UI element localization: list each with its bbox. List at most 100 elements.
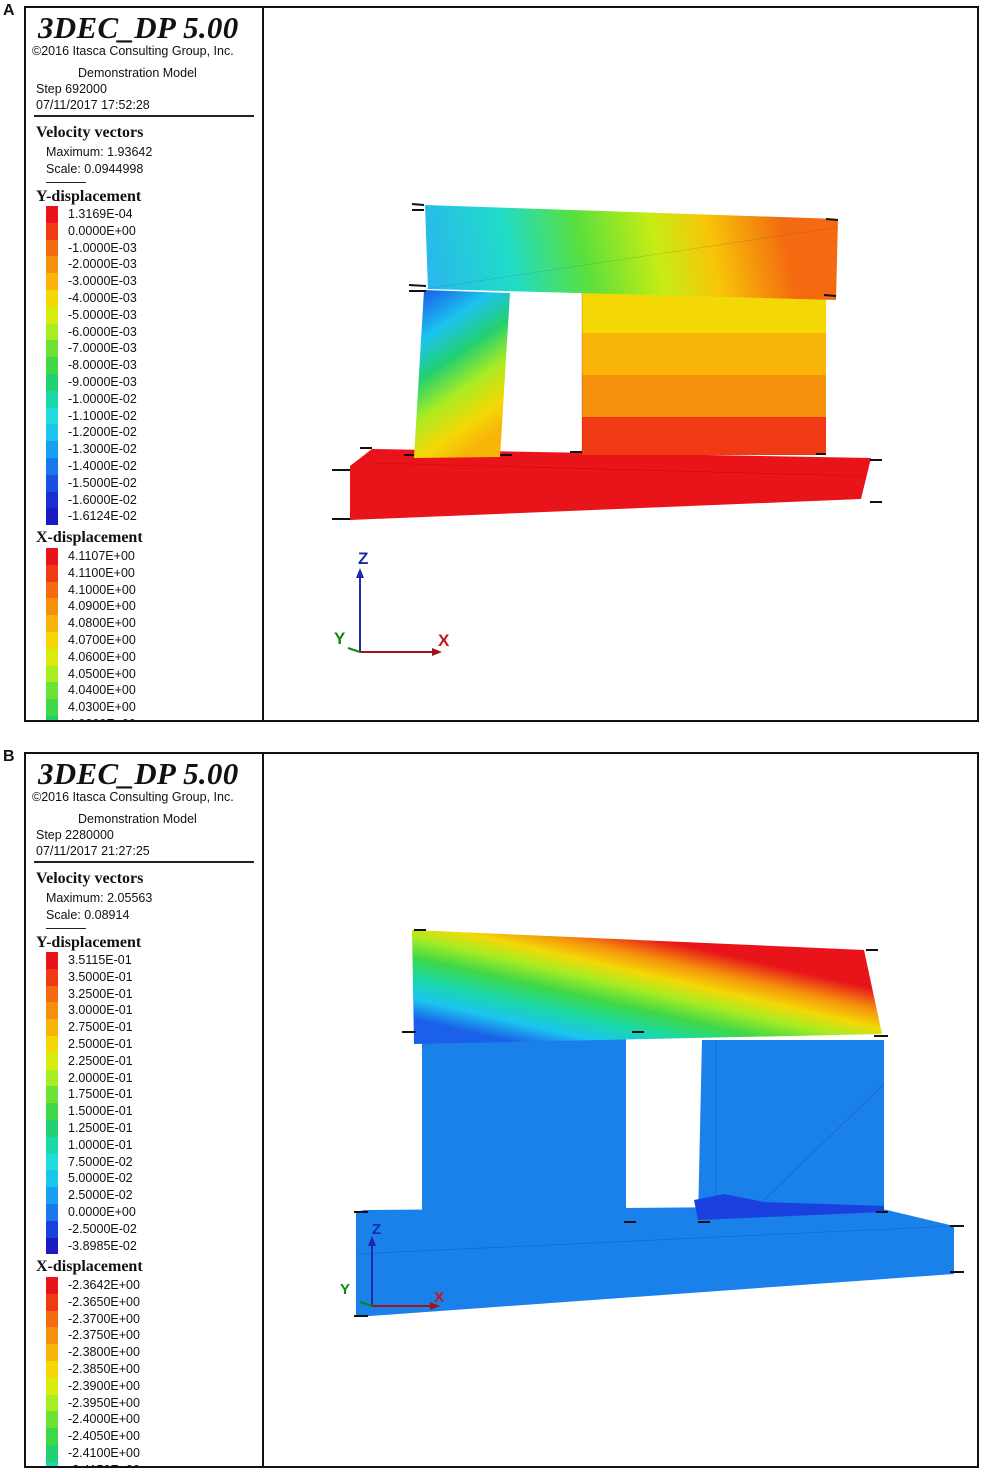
legend-swatch bbox=[46, 256, 58, 274]
y-axis-label: Y bbox=[334, 629, 346, 648]
legend-swatch bbox=[46, 1086, 58, 1104]
legend-value: -2.4150E+00 bbox=[68, 1462, 140, 1466]
legend-swatch bbox=[46, 1220, 58, 1238]
legend-swatch bbox=[46, 273, 58, 290]
divider bbox=[34, 861, 254, 863]
legend-swatch bbox=[46, 715, 58, 720]
legend-swatch bbox=[46, 1394, 58, 1412]
legend-swatch bbox=[46, 1170, 58, 1188]
step-info: Step 692000 07/11/2017 17:52:28 bbox=[36, 81, 150, 113]
legend-value: 2.5000E-01 bbox=[68, 1036, 133, 1051]
x-axis-label: X bbox=[438, 631, 450, 650]
x-displacement-heading: X-displacement bbox=[36, 529, 143, 546]
legend-swatch bbox=[46, 1411, 58, 1429]
legend-swatch bbox=[46, 441, 58, 458]
axes-triad: Z Y X bbox=[334, 549, 450, 656]
legend-value: 1.7500E-01 bbox=[68, 1087, 133, 1102]
legend-value: -7.0000E-03 bbox=[68, 341, 137, 356]
velocity-scale: Scale: 0.0944998 bbox=[46, 161, 144, 176]
legend-value: 0.0000E+00 bbox=[68, 1204, 136, 1219]
right-column bbox=[694, 1040, 885, 1220]
legend-swatch bbox=[46, 1103, 58, 1120]
legend-swatch bbox=[46, 457, 58, 475]
model-viewport-b[interactable]: Z Y X bbox=[264, 754, 977, 1466]
velocity-heading: Velocity vectors bbox=[36, 870, 144, 887]
legend-value: 4.1000E+00 bbox=[68, 582, 136, 597]
legend-value: -2.3900E+00 bbox=[68, 1378, 140, 1393]
x-displacement-color-scale bbox=[46, 1277, 58, 1466]
legend-value: 2.7500E-01 bbox=[68, 1020, 133, 1035]
velocity-maximum: Maximum: 1.93642 bbox=[46, 145, 153, 159]
legend-swatch bbox=[46, 239, 58, 257]
left-column bbox=[422, 1036, 626, 1222]
legend-swatch bbox=[46, 581, 58, 599]
z-axis-label: Z bbox=[358, 549, 368, 568]
legend-swatch bbox=[46, 1360, 58, 1378]
legend-value: -2.3700E+00 bbox=[68, 1311, 140, 1326]
legend-swatch bbox=[46, 665, 58, 683]
legend-swatch bbox=[46, 1203, 58, 1221]
step-count: Step 2280000 bbox=[36, 828, 114, 842]
velocity-maximum: Maximum: 2.05563 bbox=[46, 891, 153, 905]
legend-value: 3.5115E-01 bbox=[68, 953, 132, 967]
legend-swatch bbox=[46, 373, 58, 391]
base-block bbox=[350, 449, 871, 520]
divider bbox=[34, 115, 254, 117]
app-title: 3DEC_DP 5.00 bbox=[38, 756, 239, 791]
y-axis-label: Y bbox=[340, 1281, 350, 1298]
legend-swatch bbox=[46, 985, 58, 1003]
legend-swatch bbox=[46, 206, 58, 223]
legend-value: 1.0000E-01 bbox=[68, 1137, 133, 1152]
legend-value: -6.0000E-03 bbox=[68, 324, 137, 339]
velocity-heading: Velocity vectors bbox=[36, 124, 144, 141]
legend-swatch bbox=[46, 548, 58, 565]
legend-swatch bbox=[46, 1153, 58, 1171]
legend-swatch bbox=[46, 1277, 58, 1294]
legend-swatch bbox=[46, 390, 58, 408]
legend-swatch bbox=[46, 1187, 58, 1204]
legend-value: 4.0800E+00 bbox=[68, 616, 136, 631]
legend-swatch bbox=[46, 1377, 58, 1395]
left-column bbox=[414, 290, 510, 458]
legend-value: 4.0600E+00 bbox=[68, 649, 136, 664]
legend-value: -2.0000E-03 bbox=[68, 257, 137, 272]
legend-value: -2.3750E+00 bbox=[68, 1328, 140, 1343]
divider bbox=[46, 928, 86, 929]
legend-value: 7.5000E-02 bbox=[68, 1154, 133, 1169]
x-displacement-color-scale bbox=[46, 548, 58, 720]
legend-swatch bbox=[46, 1293, 58, 1311]
legend-value: 4.0700E+00 bbox=[68, 632, 136, 647]
legend-swatch bbox=[46, 306, 58, 324]
legend-swatch bbox=[46, 289, 58, 307]
legend-swatch bbox=[46, 1069, 58, 1087]
divider bbox=[46, 182, 86, 183]
legend-value: -1.4000E-02 bbox=[68, 458, 137, 473]
velocity-values: Maximum: 1.93642 Scale: 0.0944998 bbox=[46, 144, 152, 177]
legend-value: -8.0000E-03 bbox=[68, 358, 137, 373]
legend-swatch bbox=[46, 1344, 58, 1361]
legend-value: 4.0300E+00 bbox=[68, 700, 136, 715]
legend-value: -1.5000E-02 bbox=[68, 475, 137, 490]
model-viewport-a[interactable]: Z Y X bbox=[264, 8, 977, 720]
legend-swatch bbox=[46, 424, 58, 442]
y-displacement-heading: Y-displacement bbox=[36, 188, 142, 205]
panel-b-letter: B bbox=[3, 748, 15, 765]
y-displacement-heading: Y-displacement bbox=[36, 934, 142, 951]
legend-swatch bbox=[46, 699, 58, 716]
legend-value: -2.3850E+00 bbox=[68, 1361, 140, 1376]
legend-swatch bbox=[46, 615, 58, 632]
legend-value: 3.5000E-01 bbox=[68, 969, 133, 984]
model-render-a: Z Y X bbox=[332, 203, 882, 656]
legend-swatch bbox=[46, 1310, 58, 1328]
legend-swatch bbox=[46, 474, 58, 492]
model-render-b: Z Y X bbox=[340, 929, 964, 1317]
legend-value: -3.8985E-02 bbox=[68, 1238, 137, 1253]
top-slab bbox=[412, 930, 882, 1044]
y-displacement-color-scale bbox=[46, 206, 58, 526]
x-displacement-values: 4.1107E+00 4.1100E+00 4.1000E+00 4.0900E+00… bbox=[68, 548, 136, 720]
legend-value: -2.4000E+00 bbox=[68, 1412, 140, 1427]
legend-swatch bbox=[46, 407, 58, 425]
x-displacement-values: -2.3642E+00 -2.3650E+00 -2.3700E+00 -2.3750… bbox=[68, 1277, 140, 1466]
legend-swatch bbox=[46, 1035, 58, 1053]
legend-value: -1.0000E-02 bbox=[68, 391, 137, 406]
